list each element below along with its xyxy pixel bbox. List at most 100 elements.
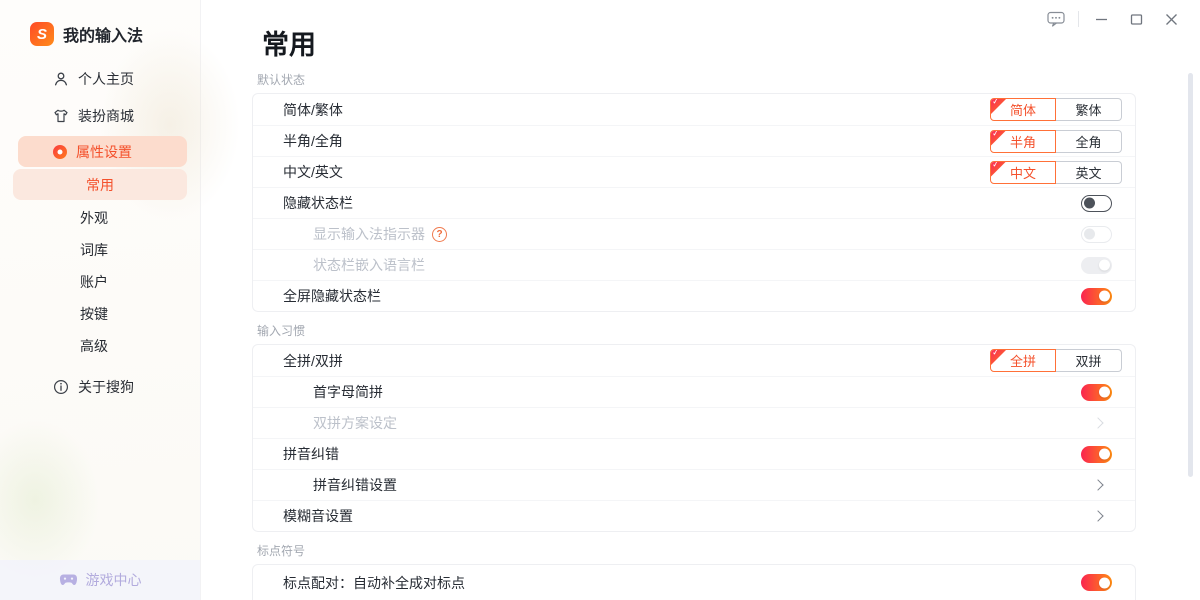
chevron-right-icon[interactable] <box>1092 479 1103 490</box>
game-center-button[interactable]: 游戏中心 <box>0 560 200 600</box>
segmented-control: 中文 英文 <box>990 161 1122 184</box>
setting-row-fullscreen-hide-statusbar: 全屏隐藏状态栏 <box>253 280 1135 311</box>
segment-label: 简体 <box>1010 100 1036 119</box>
sidebar-subitem-label: 高级 <box>80 336 108 356</box>
chevron-right-icon[interactable] <box>1092 510 1103 521</box>
setting-row-hide-status-bar: 隐藏状态栏 <box>253 187 1135 218</box>
toggle-knob <box>1099 291 1110 302</box>
row-label: 模糊音设置 <box>283 506 353 526</box>
segmented-control: 半角 全角 <box>990 130 1122 153</box>
row-label: 双拼方案设定 <box>313 413 397 433</box>
check-badge-icon <box>991 350 1006 365</box>
tshirt-icon <box>53 108 69 124</box>
setting-row-chinese-english: 中文/英文 中文 英文 <box>253 156 1135 187</box>
segment-label: 全拼 <box>1010 351 1036 370</box>
row-label: 拼音纠错设置 <box>313 475 397 495</box>
toggle-on[interactable] <box>1081 288 1112 305</box>
minimize-icon <box>1095 13 1108 26</box>
settings-card-punctuation: 标点配对：自动补全成对标点 <box>252 564 1136 600</box>
segmented-control: 简体 繁体 <box>990 98 1122 121</box>
row-label: 首字母简拼 <box>313 382 383 402</box>
sidebar-subitem-label: 常用 <box>86 175 114 195</box>
app-logo: S 我的输入法 <box>0 0 200 46</box>
row-label: 拼音纠错 <box>283 444 339 464</box>
sidebar-item-label: 关于搜狗 <box>78 377 134 397</box>
sidebar-item-label: 属性设置 <box>76 142 132 162</box>
toggle-on[interactable] <box>1081 574 1112 591</box>
maximize-button[interactable] <box>1123 8 1149 30</box>
segment-option[interactable]: 双拼 <box>1056 349 1122 372</box>
segment-label: 繁体 <box>1075 100 1101 119</box>
toggle-off[interactable] <box>1081 195 1112 212</box>
setting-row-simplified-traditional: 简体/繁体 简体 繁体 <box>253 94 1135 125</box>
sidebar-item-personal-home[interactable]: 个人主页 <box>0 60 200 97</box>
segment-label: 全角 <box>1075 132 1101 151</box>
row-label: 半角/全角 <box>283 131 343 151</box>
chevron-right-icon-disabled <box>1092 417 1103 428</box>
close-icon <box>1165 13 1178 26</box>
row-label: 状态栏嵌入语言栏 <box>313 255 425 275</box>
setting-row-initial-abbrev: 首字母简拼 <box>253 376 1135 407</box>
segment-label: 英文 <box>1075 163 1101 182</box>
segment-option-selected[interactable]: 全拼 <box>990 349 1056 372</box>
scrollbar-thumb[interactable] <box>1188 73 1193 477</box>
segment-option-selected[interactable]: 半角 <box>990 130 1056 153</box>
segment-option[interactable]: 英文 <box>1056 161 1122 184</box>
settings-badge-icon <box>53 145 67 159</box>
sidebar-subitem-common-active[interactable]: 常用 <box>13 169 187 200</box>
section-label: 标点符号 <box>257 544 1200 558</box>
divider <box>1078 11 1079 27</box>
sidebar-item-dressup-shop[interactable]: 装扮商城 <box>0 97 200 134</box>
toggle-knob <box>1099 577 1110 588</box>
person-icon <box>53 71 69 87</box>
close-button[interactable] <box>1158 8 1184 30</box>
check-badge-icon <box>991 131 1006 146</box>
sidebar-item-about-sogou[interactable]: 关于搜狗 <box>0 368 200 405</box>
row-label: 全屏隐藏状态栏 <box>283 286 381 306</box>
sidebar-subitem-appearance[interactable]: 外观 <box>0 202 200 234</box>
row-label: 全拼/双拼 <box>283 351 343 371</box>
sidebar-item-settings[interactable]: 属性设置 <box>18 136 187 167</box>
row-label: 隐藏状态栏 <box>283 193 353 213</box>
toggle-knob <box>1099 260 1110 271</box>
segment-label: 双拼 <box>1075 351 1101 370</box>
setting-row-double-pinyin-scheme: 双拼方案设定 <box>253 407 1135 438</box>
toggle-knob <box>1099 449 1110 460</box>
sidebar-nav: 个人主页 装扮商城 属性设置 常用 外观 词库 账户 <box>0 60 200 405</box>
window-controls <box>1043 8 1184 30</box>
sidebar-subitem-account[interactable]: 账户 <box>0 266 200 298</box>
sidebar-subitem-advanced[interactable]: 高级 <box>0 330 200 362</box>
settings-content: 常用 默认状态 简体/繁体 简体 繁体 <box>200 0 1200 600</box>
sidebar-subitem-keys[interactable]: 按键 <box>0 298 200 330</box>
app-window: S 我的输入法 个人主页 装扮商城 属性设置 <box>0 0 1200 600</box>
sidebar-subitem-lexicon[interactable]: 词库 <box>0 234 200 266</box>
toggle-on-disabled <box>1081 257 1112 274</box>
app-title: 我的输入法 <box>63 22 143 46</box>
setting-row-full-double-pinyin: 全拼/双拼 全拼 双拼 <box>253 345 1135 376</box>
feedback-button[interactable] <box>1043 8 1069 30</box>
toggle-on[interactable] <box>1081 384 1112 401</box>
setting-row-show-ime-indicator: 显示输入法指示器 ? <box>253 218 1135 249</box>
segment-option-selected[interactable]: 简体 <box>990 98 1056 121</box>
main-panel: 常用 默认状态 简体/繁体 简体 繁体 <box>200 0 1200 600</box>
question-circle-icon[interactable]: ? <box>432 227 447 242</box>
sidebar-item-label: 装扮商城 <box>78 106 134 126</box>
gamepad-icon <box>59 573 78 587</box>
row-label: 标点配对：自动补全成对标点 <box>283 573 465 593</box>
toggle-off-disabled <box>1081 226 1112 243</box>
toggle-on[interactable] <box>1081 446 1112 463</box>
minimize-button[interactable] <box>1088 8 1114 30</box>
setting-row-pinyin-correction-settings[interactable]: 拼音纠错设置 <box>253 469 1135 500</box>
segment-label: 半角 <box>1010 132 1036 151</box>
sidebar: S 我的输入法 个人主页 装扮商城 属性设置 <box>0 0 200 600</box>
row-label: 简体/繁体 <box>283 100 343 120</box>
setting-row-pinyin-correction: 拼音纠错 <box>253 438 1135 469</box>
segment-label: 中文 <box>1010 163 1036 182</box>
segment-option[interactable]: 繁体 <box>1056 98 1122 121</box>
setting-row-fuzzy-sound-settings[interactable]: 模糊音设置 <box>253 500 1135 531</box>
sogou-s-logo-icon: S <box>30 22 54 46</box>
setting-row-half-full-width: 半角/全角 半角 全角 <box>253 125 1135 156</box>
segment-option[interactable]: 全角 <box>1056 130 1122 153</box>
segment-option-selected[interactable]: 中文 <box>990 161 1056 184</box>
toggle-knob <box>1084 198 1095 209</box>
